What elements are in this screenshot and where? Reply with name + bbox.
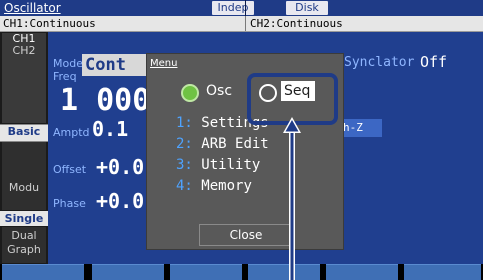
amptd-label: Amptd bbox=[53, 126, 90, 139]
dual-label: Dual bbox=[11, 229, 37, 242]
menu-item-memory[interactable]: 4: Memory bbox=[176, 177, 252, 195]
single-label: Single bbox=[4, 212, 44, 225]
disk-badge: Disk bbox=[286, 1, 328, 15]
softkey-3[interactable] bbox=[170, 264, 242, 280]
osc-radio-label: Osc bbox=[206, 83, 233, 99]
ch1-status: CH1:Continuous bbox=[3, 17, 96, 30]
modu-button[interactable] bbox=[2, 142, 46, 210]
softkey-1[interactable] bbox=[2, 264, 84, 280]
softkey-6[interactable] bbox=[404, 264, 481, 280]
modu-label: Modu bbox=[8, 181, 40, 194]
osc-radio[interactable] bbox=[181, 84, 199, 102]
menu-item-label: Utility bbox=[201, 157, 261, 173]
freq-label: Freq bbox=[53, 70, 77, 83]
softkey-2[interactable] bbox=[92, 264, 164, 280]
menu-item-number: 2: bbox=[176, 136, 193, 152]
oscillator-screen: Oscillator Indep Disk CH1:Continuous CH2… bbox=[0, 0, 483, 280]
channel-divider bbox=[245, 16, 246, 31]
offset-label: Offset bbox=[53, 163, 87, 176]
menu-item-utility[interactable]: 3: Utility bbox=[176, 156, 260, 174]
ch2-status: CH2:Continuous bbox=[250, 17, 343, 30]
synclator-label: Synclator bbox=[344, 55, 415, 70]
softkey-5[interactable] bbox=[326, 264, 398, 280]
offset-value[interactable]: +0.0 bbox=[96, 155, 144, 179]
amptd-value[interactable]: 0.1 bbox=[92, 117, 128, 141]
phase-value[interactable]: +0.0 bbox=[96, 189, 144, 213]
indep-badge: Indep bbox=[212, 1, 254, 15]
basic-label: Basic bbox=[7, 125, 41, 138]
mode-label: Mode bbox=[53, 57, 83, 70]
menu-item-number: 3: bbox=[176, 157, 193, 173]
synclator-value[interactable]: Off bbox=[420, 53, 447, 71]
ch2-label: CH2 bbox=[12, 44, 36, 57]
menu-item-label: ARB Edit bbox=[201, 136, 269, 152]
graph-label: Graph bbox=[7, 243, 41, 256]
phase-label: Phase bbox=[53, 197, 86, 210]
status-separator bbox=[245, 0, 246, 16]
mode-value: Cont bbox=[85, 55, 126, 75]
page-title: Oscillator bbox=[4, 1, 61, 15]
menu-item-number: 1: bbox=[176, 115, 193, 131]
annotation-arrow bbox=[283, 117, 301, 280]
menu-item-label: Memory bbox=[201, 178, 252, 194]
hiz-tag: h-Z bbox=[343, 121, 363, 134]
close-button[interactable]: Close bbox=[199, 224, 293, 246]
menu-item-number: 4: bbox=[176, 178, 193, 194]
arrow-shaft bbox=[290, 130, 294, 280]
menu-title: Menu bbox=[150, 58, 178, 69]
menu-item-arb-edit[interactable]: 2: ARB Edit bbox=[176, 135, 269, 153]
